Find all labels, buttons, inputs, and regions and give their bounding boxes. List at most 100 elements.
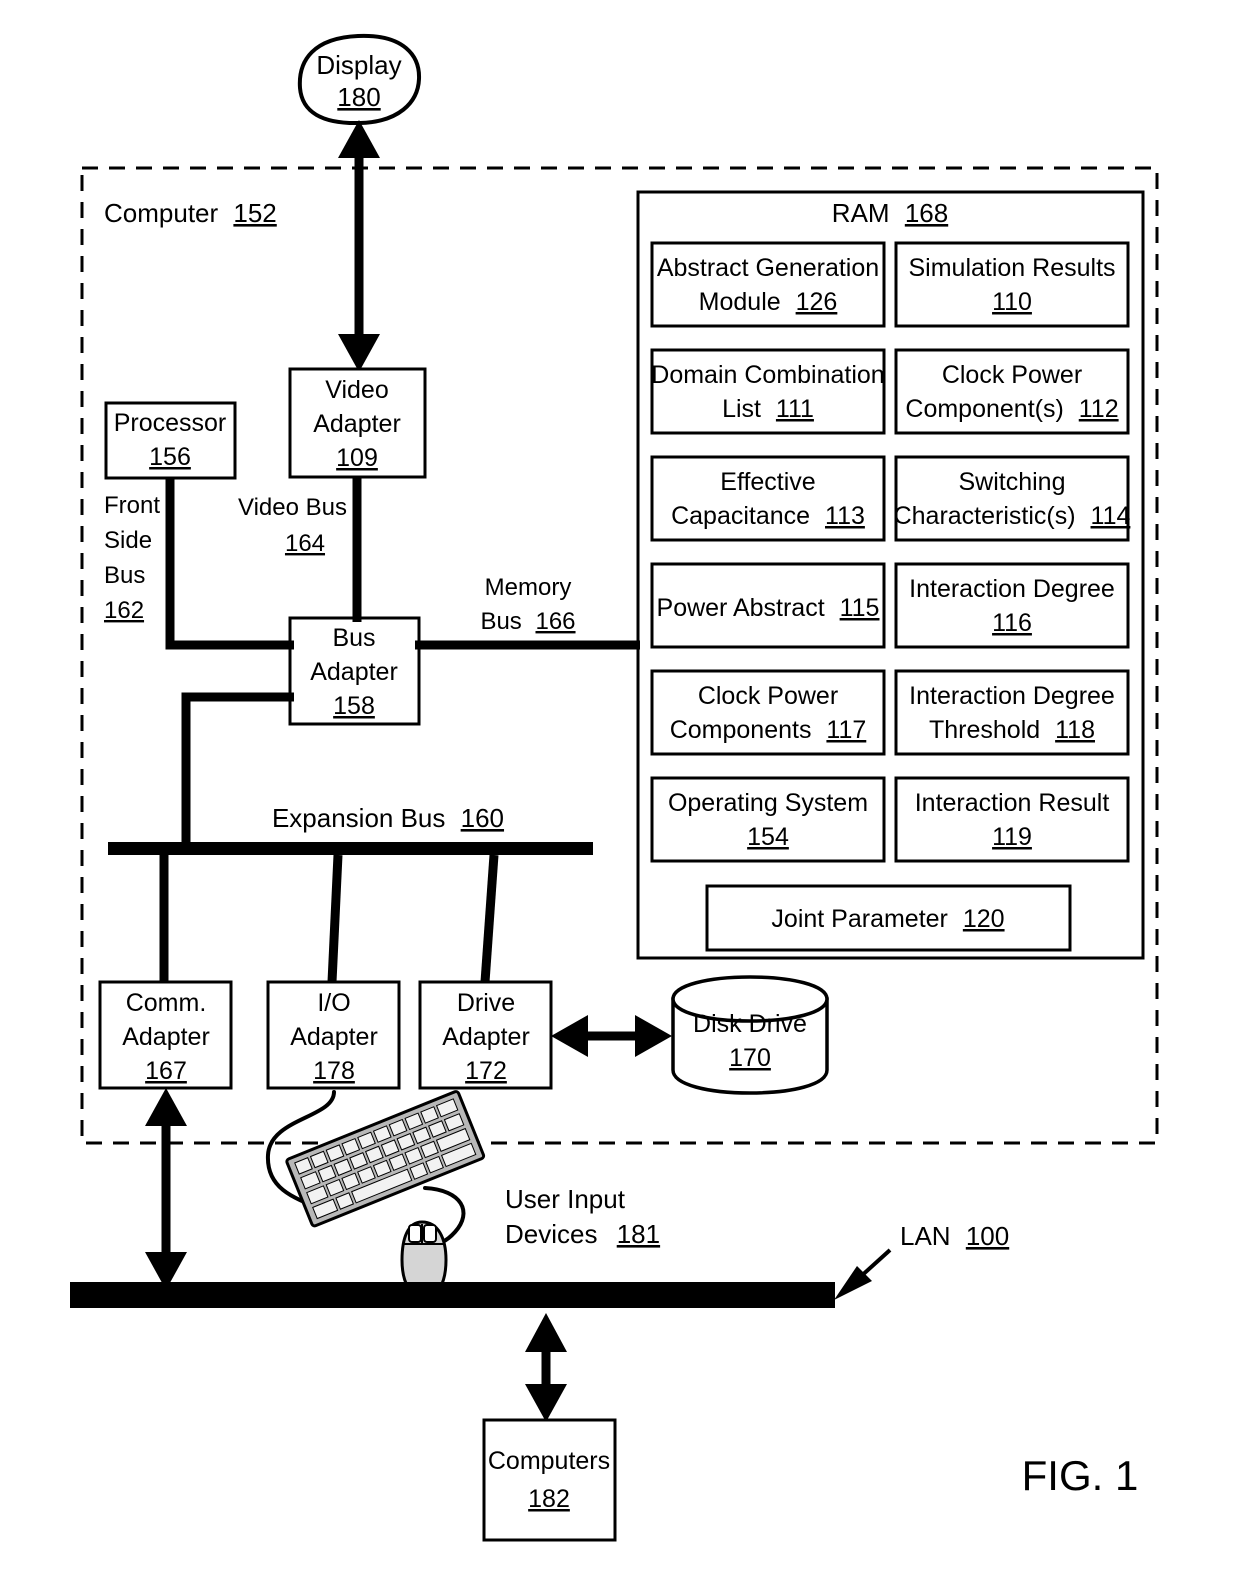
svg-text:Bus: Bus [104,562,145,589]
display-node-ref: 180 [337,82,380,112]
lan-pointer [834,1248,892,1300]
ram-module-line1: Abstract Generation [657,254,879,282]
ram-module-line1: Effective [720,468,815,496]
comm-lan-arrow [145,1088,187,1290]
ram-module-wide: Joint Parameter 120 [705,884,1072,952]
svg-text:164: 164 [285,530,325,557]
comm-adapter-node: Comm. Adapter 167 [98,980,233,1090]
ram-module: Effective Capacitance 113 [650,455,886,542]
video-adapter-ref: 109 [336,444,378,472]
ram-module: Power Abstract 115 [650,562,886,649]
ram-title-ref: 168 [905,198,948,228]
ram-title-text: RAM [832,198,890,228]
drive-adapter-ref: 172 [465,1057,507,1085]
ram-module-line2: Components 117 [670,716,867,744]
ram-module-line2: Capacitance 113 [671,502,865,530]
ram-module-line2: Component(s) 112 [905,395,1118,423]
lan-label: LAN 100 [900,1221,1009,1251]
expansion-bus-label: Expansion Bus 160 [272,803,504,833]
ram-module-line1: Operating System [668,789,868,817]
svg-text:Bus 166: Bus 166 [480,608,575,635]
memory-bus-label: Memory Bus 166 [480,574,575,635]
io-adapter-line1: I/O [317,989,350,1017]
video-adapter-node: Video Adapter 109 [288,367,427,479]
svg-text:Devices 181: Devices 181 [505,1219,660,1249]
ram-module-ref: 154 [747,823,789,851]
ram-module-line1: Switching [959,468,1066,496]
disk-drive-ref: 170 [729,1044,771,1072]
enclosure-label-text: Computer [104,198,218,228]
ram-module-line1: Interaction Result [915,789,1110,817]
disk-drive-node: Disk Drive 170 [671,975,829,1095]
video-adapter-line2: Adapter [313,410,401,438]
ram-module-line2: Threshold 118 [929,716,1095,744]
ram-module-line1: Clock Power [942,361,1082,389]
ram-module: Operating System 154 [650,776,886,863]
bus-adapter-ref: 158 [333,692,375,720]
svg-text:Video Bus: Video Bus [238,494,347,521]
user-input-devices-label: User Input Devices 181 [505,1184,660,1249]
expansion-drop-io [327,854,343,983]
io-adapter-ref: 178 [313,1057,355,1085]
drive-adapter-node: Drive Adapter 172 [418,980,553,1090]
svg-text:Side: Side [104,527,152,554]
svg-text:162: 162 [104,597,144,624]
svg-text:Memory: Memory [485,574,572,601]
ram-module: Clock Power Components 117 [650,669,886,756]
svg-text:User Input: User Input [505,1184,626,1214]
ram-module: Switching Characteristic(s) 114 [894,455,1131,542]
ram-module-line2: Module 126 [699,288,838,316]
bus-adapter-line2: Adapter [310,658,398,686]
svg-text:Front: Front [104,492,160,519]
enclosure-label: Computer 152 [104,198,277,228]
ram-module-ref: 119 [992,823,1032,851]
io-adapter-node: I/O Adapter 178 [266,980,401,1090]
bus-adapter-line1: Bus [332,624,375,652]
drive-disk-arrow [551,1015,672,1057]
video-bus-label: Video Bus 164 [238,494,347,557]
display-node-line1: Display [316,50,401,80]
ram-module-line1: Interaction Degree [909,682,1115,710]
lan-bus-bar [70,1282,835,1308]
bus-adapter-node: Bus Adapter 158 [288,616,421,726]
computers-line1: Computers [488,1447,610,1475]
figure-label: FIG. 1 [1022,1452,1139,1499]
comm-adapter-line2: Adapter [122,1023,210,1051]
enclosure-label-ref: 152 [233,198,276,228]
ram-module-wide-label: Joint Parameter 120 [771,905,1004,933]
processor-node: Processor 156 [104,401,237,480]
ram-module: Interaction Degree Threshold 118 [894,669,1130,756]
processor-label: Processor [114,409,227,437]
disk-drive-line1: Disk Drive [693,1010,807,1038]
ram-module-line1: Interaction Degree [909,575,1115,603]
expansion-bus-bar [108,842,593,855]
drive-adapter-line1: Drive [457,989,515,1017]
computers-node: Computers 182 [482,1418,617,1542]
ram-module: Simulation Results 110 [894,241,1130,328]
ram-module: Domain Combination List 111 [650,348,886,435]
ram-module: Interaction Degree 116 [894,562,1130,649]
expansion-drop-drive [480,854,499,983]
comm-adapter-line1: Comm. [126,989,207,1017]
ram-module: Abstract Generation Module 126 [650,241,886,328]
video-adapter-line1: Video [325,376,389,404]
ram-module: Clock Power Component(s) 112 [894,348,1130,435]
ram-module-line1: Clock Power [698,682,838,710]
front-side-bus-label: Front Side Bus 162 [104,492,160,624]
processor-ref: 156 [149,443,191,471]
ram-module-ref: 116 [992,609,1032,637]
comm-adapter-ref: 167 [145,1057,187,1085]
ram-module-ref: 110 [992,288,1032,316]
ram-module-line1: Simulation Results [908,254,1115,282]
display-video-arrow [338,120,380,372]
ram-module-line1: Domain Combination [651,361,884,389]
computers-ref: 182 [528,1485,570,1513]
ram-title: RAM 168 [832,198,948,228]
ram-module-line2: Characteristic(s) 114 [894,502,1131,530]
patent-figure-1: Computer 152 Display 180 RAM 168 Abstrac… [70,33,1159,1542]
drive-adapter-line2: Adapter [442,1023,530,1051]
ram-module-line1: Power Abstract 115 [657,594,880,622]
ram-module: Interaction Result 119 [894,776,1130,863]
io-adapter-line2: Adapter [290,1023,378,1051]
lan-computers-arrow [525,1313,567,1422]
